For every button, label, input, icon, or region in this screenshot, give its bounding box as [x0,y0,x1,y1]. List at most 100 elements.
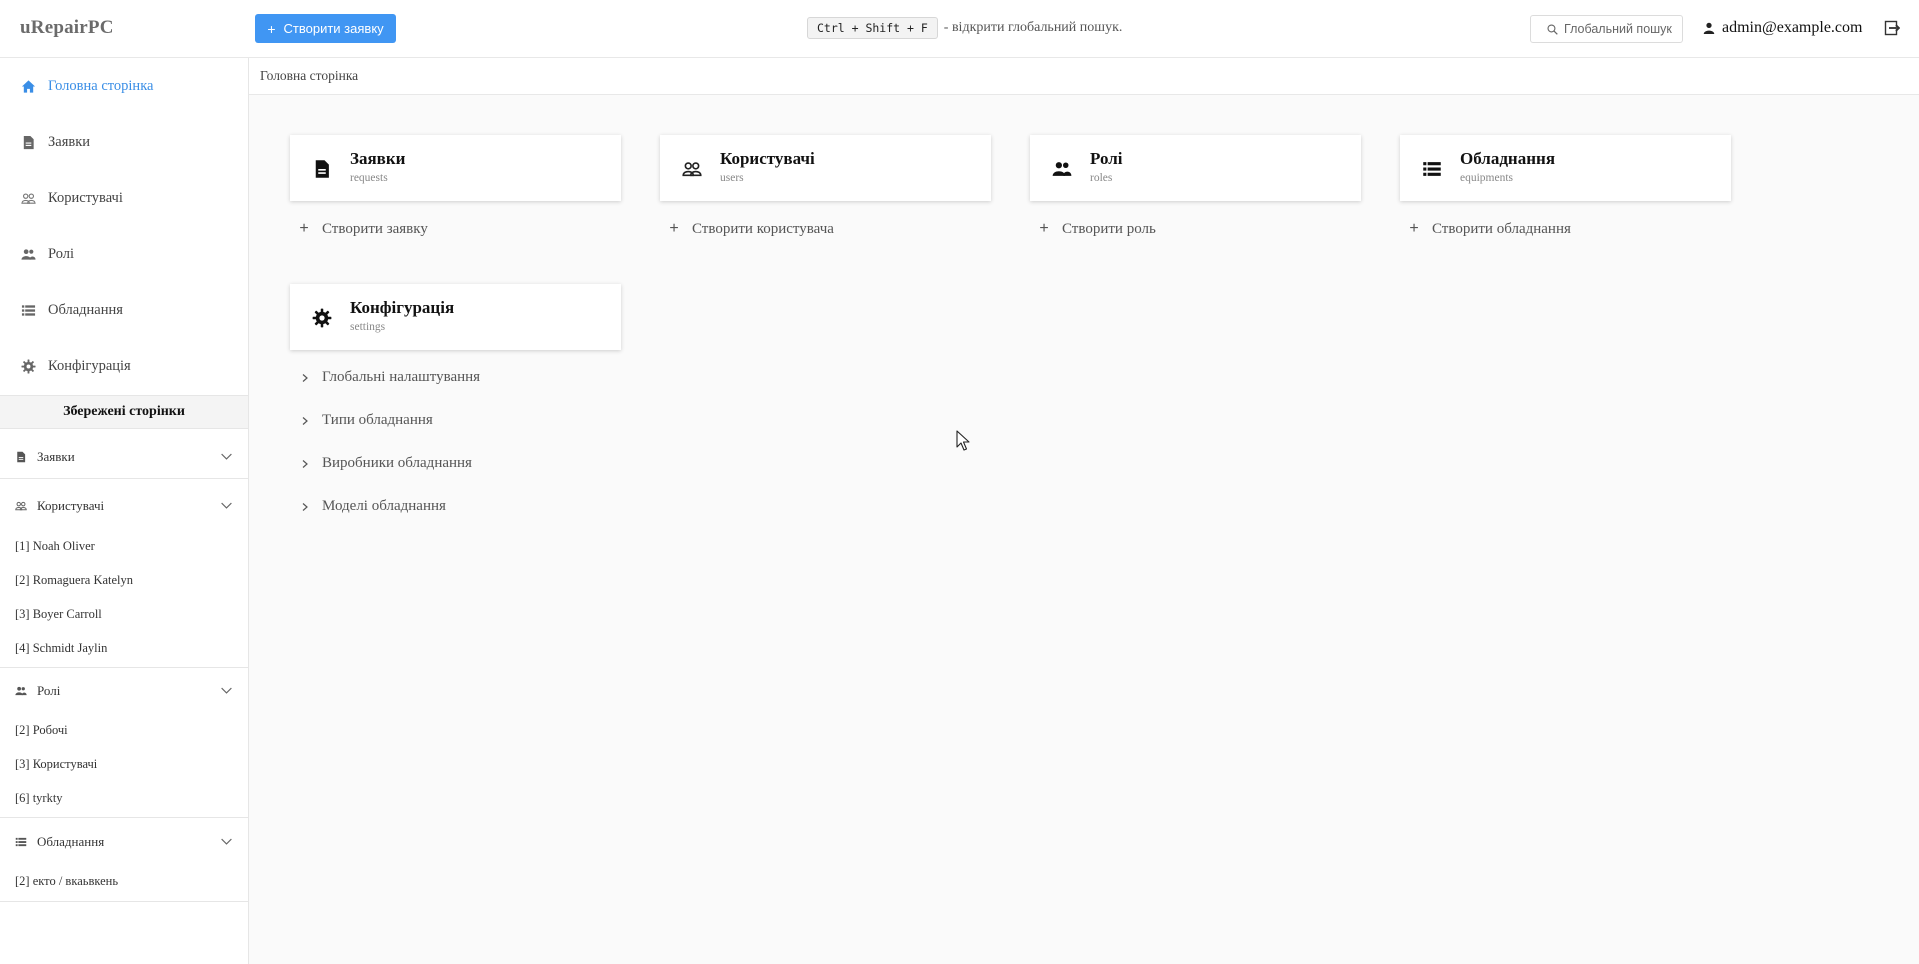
saved-pages-header: Збережені сторінки [0,395,248,429]
saved-group-label: Заявки [37,449,75,464]
create-role-link[interactable]: + Створити роль [1038,220,1156,238]
divider [0,667,248,668]
divider [0,901,248,902]
global-search-button[interactable]: Глобальний пошук [1530,15,1683,43]
breadcrumb: Головна сторінка [249,58,1919,95]
breadcrumb-home[interactable]: Головна сторінка [260,68,358,84]
plus-icon: + [1039,220,1049,237]
shortcut-hint-text: - відкрити глобальний пошук. [943,20,1123,35]
user-menu[interactable]: admin@example.com [1703,19,1862,37]
users-icon [21,192,36,204]
card-config[interactable]: Конфігурація settings [290,284,621,350]
card-subtitle: requests [350,172,388,184]
top-header: uRepairPC + Створити заявку Ctrl + Shift… [0,0,1919,58]
card-subtitle: equipments [1460,172,1514,184]
action-label: Створити користувача [692,220,834,237]
saved-link-user-3[interactable]: [3] Boyer Carroll [15,607,102,622]
chevron-down-icon[interactable] [220,450,233,463]
saved-group-label: Користувачі [37,498,105,513]
people-icon [15,686,27,696]
saved-link-role-1[interactable]: [2] Робочі [15,723,68,738]
users-icon [682,162,702,177]
saved-link-role-3[interactable]: [6] tyrkty [15,791,63,806]
card-subtitle: users [720,172,744,184]
chevron-right-icon [302,502,308,511]
config-link-equipment-types[interactable]: Типи обладнання [300,412,433,429]
plus-icon: + [299,220,309,237]
gear-icon [21,358,36,374]
chevron-down-icon[interactable] [220,835,233,848]
plus-icon: + [267,20,276,37]
brand-logo[interactable]: uRepairPC [20,17,114,39]
chevron-down-icon[interactable] [220,684,233,697]
saved-link-user-4[interactable]: [4] Schmidt Jaylin [15,641,107,656]
chevron-right-icon [302,416,308,425]
saved-group-requests[interactable]: Заявки [0,437,248,477]
chevron-right-icon [302,459,308,468]
config-link-manufacturers[interactable]: Виробники обладнання [300,455,472,472]
sidebar-item-label: Головна сторінка [48,77,154,94]
saved-link-user-2[interactable]: [2] Romaguera Katelyn [15,573,133,588]
saved-group-users[interactable]: Користувачі [0,486,248,526]
sidebar-item-label: Ролі [48,245,75,262]
sidebar: Головна сторінка Заявки Користувачі Ролі… [0,58,249,964]
gear-icon [312,308,332,328]
config-link-label: Моделі обладнання [322,498,446,514]
card-users[interactable]: Користувачі users [660,135,991,201]
sidebar-item-label: Заявки [48,133,91,150]
mouse-cursor-icon [956,430,970,451]
create-request-button[interactable]: + Створити заявку [255,14,396,43]
sidebar-item-home[interactable]: Головна сторінка [0,66,248,106]
global-search-label: Глобальний пошук [1564,22,1672,36]
saved-group-label: Ролі [37,683,61,698]
sidebar-item-roles[interactable]: Ролі [0,234,248,274]
sidebar-item-config[interactable]: Конфігурація [0,346,248,386]
create-request-link[interactable]: + Створити заявку [298,220,428,238]
saved-link-user-1[interactable]: [1] Noah Oliver [15,539,95,554]
card-requests[interactable]: Заявки requests [290,135,621,201]
config-link-label: Типи обладнання [322,412,433,428]
chevron-down-icon[interactable] [220,499,233,512]
divider [0,817,248,818]
shortcut-key: Ctrl + Shift + F [807,17,938,39]
sidebar-item-requests[interactable]: Заявки [0,122,248,162]
sidebar-item-label: Користувачі [48,189,123,206]
divider [0,478,248,479]
saved-group-roles[interactable]: Ролі [0,671,248,711]
sidebar-item-equipments[interactable]: Обладнання [0,290,248,330]
users-icon [15,501,27,511]
search-icon [1547,23,1558,35]
action-label: Створити обладнання [1432,220,1571,237]
card-title: Конфігурація [350,298,455,317]
card-title: Ролі [1090,149,1123,168]
card-title: Заявки [350,149,406,168]
saved-group-equipments[interactable]: Обладнання [0,822,248,862]
logout-icon[interactable] [1884,20,1900,36]
create-user-link[interactable]: + Створити користувача [668,220,834,238]
create-equipment-link[interactable]: + Створити обладнання [1408,220,1571,238]
card-title: Обладнання [1460,149,1556,168]
plus-icon: + [669,220,679,237]
home-icon [21,79,36,93]
config-link-models[interactable]: Моделі обладнання [300,498,446,515]
shortcut-hint: Ctrl + Shift + F - відкрити глобальний п… [807,17,1122,39]
document-icon [17,451,26,463]
saved-link-role-2[interactable]: [3] Користувачі [15,757,97,772]
sidebar-item-users[interactable]: Користувачі [0,178,248,218]
people-icon [21,248,36,260]
config-link-global-settings[interactable]: Глобальні налаштування [300,369,480,386]
card-roles[interactable]: Ролі roles [1030,135,1361,201]
config-link-label: Глобальні налаштування [322,369,481,385]
card-subtitle: roles [1090,172,1113,184]
list-icon [15,837,27,847]
sidebar-item-label: Конфігурація [48,357,131,374]
card-title: Користувачі [720,149,815,168]
action-label: Створити роль [1062,220,1156,237]
saved-link-equipment-1[interactable]: [2] екто / вкаьвкень [15,874,118,889]
sidebar-item-label: Обладнання [48,301,123,318]
config-link-label: Виробники обладнання [322,455,472,471]
plus-icon: + [1409,220,1419,237]
card-equipments[interactable]: Обладнання equipments [1400,135,1731,201]
document-icon [23,135,34,149]
list-icon [21,304,36,316]
